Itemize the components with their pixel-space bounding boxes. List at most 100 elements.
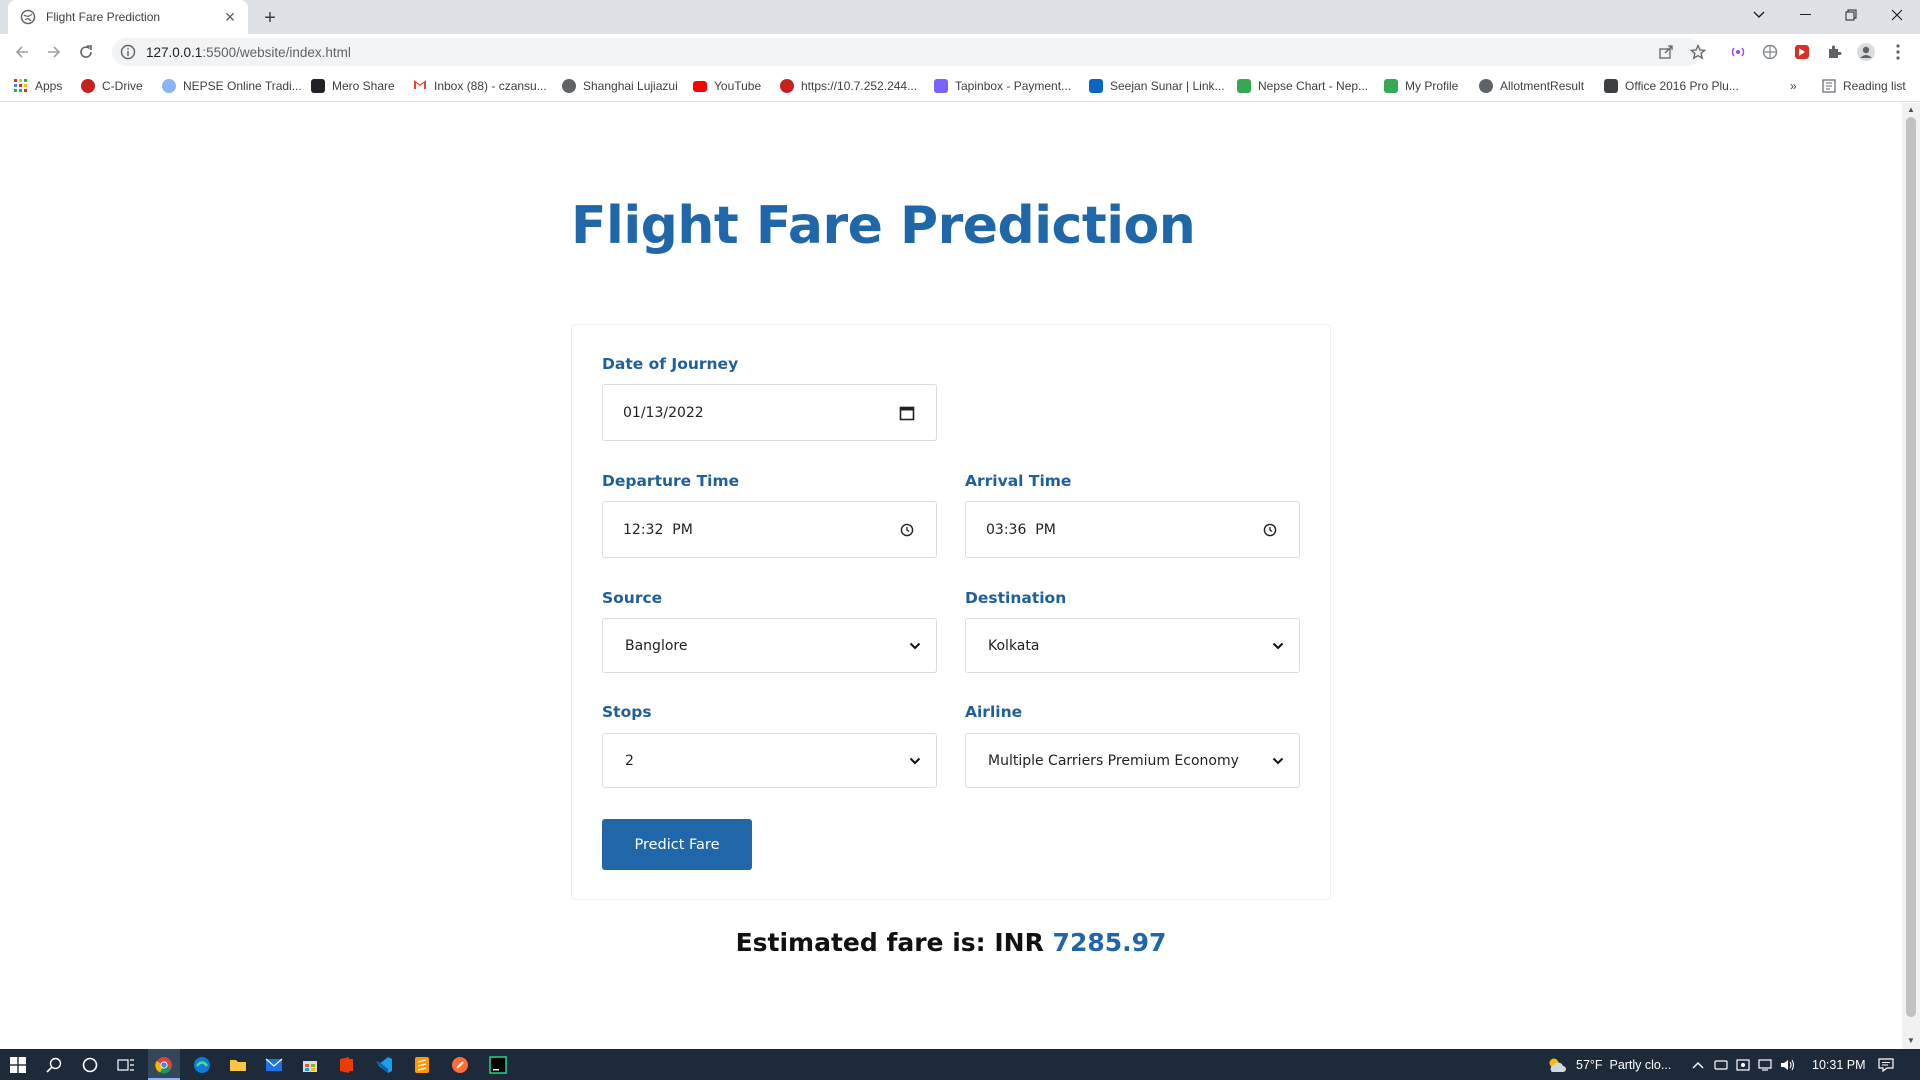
share-icon[interactable]	[1652, 38, 1680, 66]
restore-icon[interactable]	[1828, 0, 1874, 30]
scrollbar-thumb[interactable]	[1906, 117, 1916, 1017]
notifications-icon[interactable]	[1878, 1049, 1894, 1080]
partly-cloudy-icon	[1546, 1057, 1568, 1073]
gmail-icon	[413, 79, 427, 93]
show-hidden-icons-icon[interactable]	[1692, 1049, 1704, 1080]
predict-fare-button[interactable]: Predict Fare	[602, 819, 752, 870]
reload-icon[interactable]	[72, 38, 100, 66]
task-view-icon[interactable]	[114, 1053, 138, 1077]
meet-now-icon[interactable]	[1736, 1049, 1750, 1080]
bookmark-mero-share[interactable]: Mero Share	[311, 75, 395, 97]
file-explorer-icon[interactable]	[226, 1053, 250, 1077]
c-drive-icon	[81, 79, 95, 93]
bookmark-nepse-chart[interactable]: Nepse Chart - Nep...	[1237, 75, 1368, 97]
mail-icon[interactable]	[262, 1053, 286, 1077]
page-scrollbar[interactable]: ▲ ▼	[1902, 103, 1920, 1049]
store-icon[interactable]	[298, 1053, 322, 1077]
forward-icon[interactable]	[40, 38, 68, 66]
back-icon[interactable]	[8, 38, 36, 66]
address-bar[interactable]: 127.0.0.1:5500/website/index.html	[112, 38, 1702, 66]
nepse-icon	[162, 79, 176, 93]
destination-label: Destination	[965, 589, 1067, 607]
scroll-up-arrow-icon[interactable]: ▲	[1906, 105, 1916, 115]
airline-select[interactable]: Multiple Carriers Premium Economy	[965, 733, 1300, 788]
arrival-time-input[interactable]: 03:36 PM	[965, 501, 1300, 558]
bookmark-label: My Profile	[1405, 79, 1459, 93]
onedrive-icon[interactable]	[1714, 1049, 1728, 1080]
date-of-journey-input[interactable]: 01/13/2022	[602, 384, 937, 441]
search-icon[interactable]	[42, 1053, 66, 1077]
browser-toolbar: 127.0.0.1:5500/website/index.html	[0, 34, 1920, 70]
extension-broadcast-icon[interactable]	[1724, 38, 1752, 66]
edge-icon[interactable]	[190, 1053, 214, 1077]
bookmark-apps[interactable]: Apps	[14, 75, 62, 97]
postman-icon[interactable]	[448, 1053, 472, 1077]
tab-strip: Flight Fare Prediction ✕ +	[0, 0, 1920, 34]
tab-title: Flight Fare Prediction	[46, 10, 161, 24]
clock-time[interactable]: 10:31 PM	[1812, 1049, 1866, 1080]
bookmark-nepse[interactable]: NEPSE Online Tradi...	[162, 75, 302, 97]
bookmark-office[interactable]: Office 2016 Pro Plu...	[1604, 75, 1739, 97]
tapinbox-icon	[934, 79, 948, 93]
close-window-icon[interactable]	[1874, 0, 1920, 30]
globe-icon	[1479, 79, 1493, 93]
bookmark-label: Office 2016 Pro Plu...	[1625, 79, 1739, 93]
new-tab-icon[interactable]: +	[258, 6, 282, 30]
bookmark-allotment[interactable]: AllotmentResult	[1479, 75, 1584, 97]
clock-icon[interactable]	[898, 521, 916, 539]
bookmark-label: Tapinbox - Payment...	[955, 79, 1072, 93]
pycharm-icon[interactable]	[486, 1053, 510, 1077]
info-icon[interactable]	[120, 44, 136, 60]
more-bookmarks-icon[interactable]: »	[1790, 75, 1797, 97]
bookmark-tapinbox[interactable]: Tapinbox - Payment...	[934, 75, 1071, 97]
menu-kebab-icon[interactable]	[1884, 38, 1912, 66]
chevron-down-icon	[1269, 637, 1287, 655]
bookmark-youtube[interactable]: YouTube	[693, 75, 761, 97]
result-prefix: Estimated fare is: INR	[735, 928, 1053, 957]
url-path: :5500/website/index.html	[202, 44, 351, 60]
office-icon[interactable]	[334, 1053, 358, 1077]
minimize-icon[interactable]	[1782, 0, 1828, 30]
extensions-puzzle-icon[interactable]	[1820, 38, 1848, 66]
extension-globe-icon[interactable]	[1756, 38, 1784, 66]
close-tab-icon[interactable]: ✕	[222, 9, 238, 25]
cortana-icon[interactable]	[78, 1053, 102, 1077]
date-of-journey-label: Date of Journey	[602, 355, 739, 373]
clock-icon[interactable]	[1261, 521, 1279, 539]
url-text: 127.0.0.1:5500/website/index.html	[146, 45, 351, 60]
source-select[interactable]: Banglore	[602, 618, 937, 673]
departure-time-input[interactable]: 12:32 PM	[602, 501, 937, 558]
network-icon[interactable]	[1758, 1049, 1772, 1080]
source-value: Banglore	[625, 637, 688, 654]
browser-tab[interactable]: Flight Fare Prediction ✕	[8, 0, 248, 34]
stops-select[interactable]: 2	[602, 733, 937, 788]
windows-start-icon[interactable]	[6, 1053, 30, 1077]
vscode-icon[interactable]	[372, 1053, 396, 1077]
chrome-icon[interactable]	[152, 1053, 176, 1077]
bookmark-linkedin[interactable]: Seejan Sunar | Link...	[1089, 75, 1225, 97]
reading-list-button[interactable]: Reading list	[1822, 75, 1906, 97]
globe-icon	[562, 79, 576, 93]
extension-red-icon[interactable]	[1788, 38, 1816, 66]
tab-search-icon[interactable]	[1736, 0, 1782, 30]
bookmark-ip-address[interactable]: https://10.7.252.244...	[780, 75, 917, 97]
apps-grid-icon	[14, 79, 28, 93]
bookmark-label: https://10.7.252.244...	[801, 79, 918, 93]
profile-avatar-icon[interactable]	[1852, 38, 1880, 66]
bookmark-my-profile[interactable]: My Profile	[1384, 75, 1458, 97]
weather-widget[interactable]: 57°F Partly clo...	[1546, 1049, 1671, 1080]
bookmark-c-drive[interactable]: C-Drive	[81, 75, 143, 97]
bookmark-gmail[interactable]: Inbox (88) - czansu...	[413, 75, 547, 97]
office-icon	[1604, 79, 1618, 93]
bookmark-label: AllotmentResult	[1500, 79, 1585, 93]
scroll-down-arrow-icon[interactable]: ▼	[1906, 1036, 1916, 1046]
volume-icon[interactable]	[1780, 1049, 1796, 1080]
site-icon	[780, 79, 794, 93]
destination-select[interactable]: Kolkata	[965, 618, 1300, 673]
calendar-icon[interactable]	[898, 404, 916, 422]
mero-share-icon	[311, 79, 325, 93]
sublime-icon[interactable]	[410, 1053, 434, 1077]
chart-icon	[1237, 79, 1251, 93]
bookmark-shanghai[interactable]: Shanghai Lujiazui	[562, 75, 678, 97]
star-icon[interactable]	[1684, 38, 1712, 66]
